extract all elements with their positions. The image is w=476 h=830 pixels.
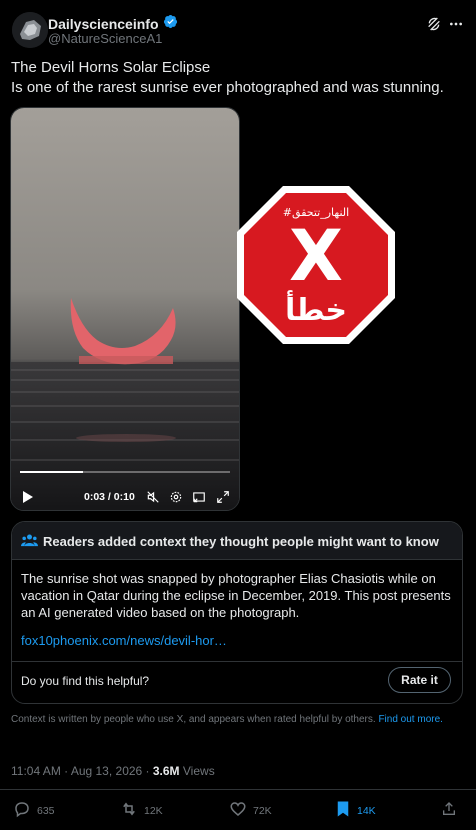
post-header: Dailyscienceinfo @NatureScienceA1: [12, 12, 464, 48]
avatar[interactable]: [12, 12, 48, 48]
heart-icon: [229, 800, 247, 821]
bookmark-icon: [335, 800, 351, 821]
share-icon: [441, 800, 457, 821]
tweet-line-2: Is one of the rarest sunrise ever photog…: [11, 79, 444, 96]
stamp-x-mark: X: [289, 215, 343, 297]
repost-button[interactable]: 12K: [120, 800, 163, 821]
community-note-source-link[interactable]: fox10phoenix.com/news/devil-hor…: [21, 633, 227, 648]
more-options-icon[interactable]: [448, 16, 464, 37]
share-button[interactable]: [441, 800, 457, 821]
helpful-question: Do you find this helpful?: [21, 674, 150, 688]
like-count: 72K: [253, 804, 272, 817]
repost-count: 12K: [144, 804, 163, 817]
find-out-more-link[interactable]: Find out more.: [378, 714, 442, 725]
stamp-verdict: خطأ: [285, 290, 347, 328]
play-icon[interactable]: [22, 490, 34, 504]
post-meta: 11:04 AM · Aug 13, 2026 · 3.6M Views: [11, 764, 215, 778]
rate-it-button[interactable]: Rate it: [388, 667, 451, 693]
views-count: 3.6M: [152, 764, 180, 778]
tweet-text: The Devil Horns Solar Eclipse Is one of …: [11, 58, 466, 98]
video-time: 0:03 / 0:10: [84, 491, 135, 503]
bookmark-button[interactable]: 14K: [335, 800, 376, 821]
video-progress-fill: [20, 471, 83, 473]
reply-count: 635: [37, 804, 55, 817]
divider: [0, 789, 476, 790]
pip-icon[interactable]: [192, 490, 206, 504]
tweet-line-1: The Devil Horns Solar Eclipse: [11, 59, 211, 76]
handle[interactable]: @NatureScienceA1: [48, 31, 162, 46]
grok-icon[interactable]: [426, 16, 442, 37]
video-frame: [11, 108, 239, 510]
bookmark-count: 14K: [357, 804, 376, 817]
community-note-header: Readers added context they thought peopl…: [12, 522, 462, 560]
reply-button[interactable]: 635: [13, 800, 55, 821]
fact-check-stamp: #النهار_تتحقق X خطأ: [235, 184, 397, 346]
display-name[interactable]: Dailyscienceinfo: [48, 16, 159, 32]
views-label: Views: [179, 764, 215, 778]
settings-gear-icon[interactable]: [169, 490, 183, 504]
community-note-body: The sunrise shot was snapped by photogra…: [21, 571, 451, 620]
video-player[interactable]: 0:03 / 0:10: [10, 107, 240, 511]
people-icon: [21, 533, 38, 553]
action-bar: 635 12K 72K 14K: [0, 800, 476, 822]
context-disclaimer: Context is written by people who use X, …: [11, 713, 463, 726]
mute-icon[interactable]: [146, 490, 160, 504]
video-progress-bar[interactable]: [20, 471, 230, 473]
verified-badge-icon: [163, 14, 178, 34]
divider: [12, 661, 462, 662]
repost-icon: [120, 800, 138, 821]
post-timestamp[interactable]: 11:04 AM · Aug 13, 2026 ·: [11, 764, 153, 778]
context-disclaimer-text: Context is written by people who use X, …: [11, 714, 376, 725]
community-note-title: Readers added context they thought peopl…: [43, 534, 439, 549]
video-controls: 0:03 / 0:10: [11, 462, 239, 510]
reply-icon: [13, 800, 31, 821]
like-button[interactable]: 72K: [229, 800, 272, 821]
community-note: Readers added context they thought peopl…: [11, 521, 463, 704]
fullscreen-icon[interactable]: [216, 490, 230, 504]
